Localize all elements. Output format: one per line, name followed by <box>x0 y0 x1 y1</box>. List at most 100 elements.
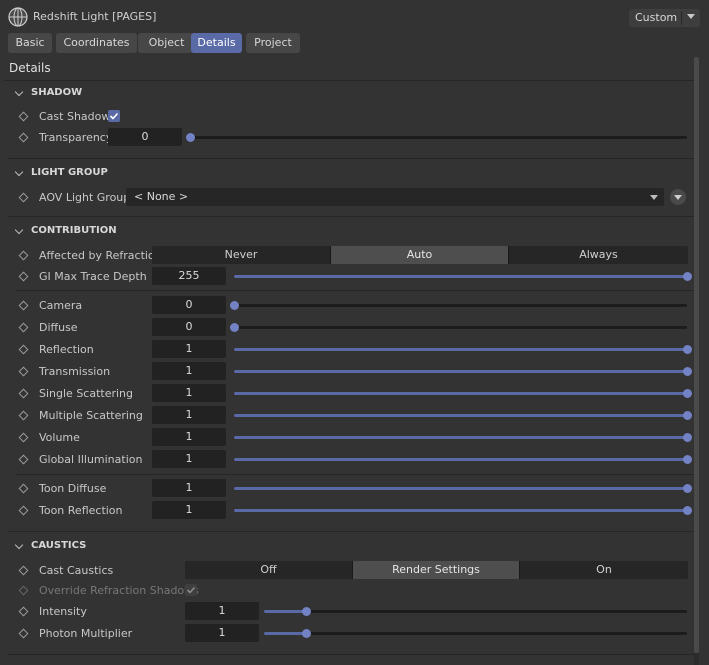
toon-reflection-field[interactable]: 1 <box>152 501 226 519</box>
toon-diffuse-slider[interactable] <box>234 484 692 493</box>
preset-dropdown[interactable]: Custom <box>629 9 700 27</box>
param-label: Diffuse <box>39 321 78 334</box>
cast-shadow-checkbox[interactable] <box>108 110 120 122</box>
slider-handle[interactable] <box>683 411 692 420</box>
reflection-field[interactable]: 1 <box>152 340 226 358</box>
chevron-down-icon[interactable] <box>14 87 24 97</box>
aov-light-group-dropdown[interactable]: < None > <box>126 188 664 206</box>
intensity-slider[interactable] <box>264 607 687 616</box>
keyframe-diamond-icon[interactable] <box>18 322 29 333</box>
chevron-down-icon[interactable] <box>14 540 24 550</box>
transparency-slider[interactable] <box>186 133 687 142</box>
keyframe-diamond-icon[interactable] <box>18 192 29 203</box>
keyframe-diamond-icon[interactable] <box>18 271 29 282</box>
keyframe-diamond-icon[interactable] <box>18 505 29 516</box>
global-illumination-slider[interactable] <box>234 455 692 464</box>
keyframe-diamond-icon[interactable] <box>18 483 29 494</box>
keyframe-diamond-icon[interactable] <box>18 454 29 465</box>
camera-field[interactable]: 0 <box>152 296 226 314</box>
multiple-scattering-slider[interactable] <box>234 411 692 420</box>
keyframe-diamond-icon[interactable] <box>18 388 29 399</box>
single-scattering-slider[interactable] <box>234 389 692 398</box>
option-render-settings[interactable]: Render Settings <box>353 561 520 579</box>
photon-multiplier-field[interactable]: 1 <box>185 624 259 642</box>
slider-handle[interactable] <box>302 607 312 616</box>
diffuse-field[interactable]: 0 <box>152 318 226 336</box>
keyframe-diamond-icon[interactable] <box>18 111 29 122</box>
title-bar: Redshift Light [PAGES] Custom <box>0 0 709 32</box>
row-toon-reflection: Toon Reflection 1 <box>0 501 694 521</box>
chevron-down-icon[interactable] <box>687 14 695 19</box>
light-group-menu-button[interactable] <box>670 189 686 205</box>
keyframe-diamond-icon[interactable] <box>18 606 29 617</box>
gi-max-trace-depth-slider[interactable] <box>234 272 692 281</box>
keyframe-diamond-icon[interactable] <box>18 366 29 377</box>
scrollbar-thumb[interactable] <box>694 57 699 653</box>
option-off[interactable]: Off <box>185 561 353 579</box>
tab-basic[interactable]: Basic <box>8 33 52 53</box>
preset-label: Custom <box>635 11 678 24</box>
transmission-field[interactable]: 1 <box>152 362 226 380</box>
chevron-down-icon[interactable] <box>14 225 24 235</box>
option-auto[interactable]: Auto <box>331 246 509 264</box>
row-photon-multiplier: Photon Multiplier 1 <box>0 624 694 644</box>
group-title: LIGHT GROUP <box>31 167 108 178</box>
tab-object[interactable]: Object <box>138 33 195 53</box>
param-label: Camera <box>39 299 83 312</box>
slider-handle[interactable] <box>683 367 692 376</box>
param-label: Transparency <box>39 131 113 144</box>
slider-handle[interactable] <box>302 629 312 638</box>
group-title: SHADOW <box>31 87 83 98</box>
keyframe-diamond-icon[interactable] <box>18 250 29 261</box>
row-intensity: Intensity 1 <box>0 602 694 622</box>
slider-fill <box>234 275 687 278</box>
tab-project[interactable]: Project <box>246 33 300 53</box>
slider-handle[interactable] <box>683 455 692 464</box>
volume-slider[interactable] <box>234 433 692 442</box>
slider-handle[interactable] <box>683 272 692 281</box>
tab-coordinates[interactable]: Coordinates <box>56 33 137 53</box>
photon-multiplier-slider[interactable] <box>264 629 687 638</box>
transmission-slider[interactable] <box>234 367 692 376</box>
diffuse-slider[interactable] <box>230 323 687 332</box>
global-illumination-field[interactable]: 1 <box>152 450 226 468</box>
tab-details[interactable]: Details <box>191 33 242 53</box>
reflection-slider[interactable] <box>234 345 692 354</box>
slider-handle[interactable] <box>230 301 239 310</box>
slider-handle[interactable] <box>683 433 692 442</box>
group-title: CAUSTICS <box>31 540 87 551</box>
keyframe-diamond-icon[interactable] <box>18 300 29 311</box>
slider-handle[interactable] <box>683 506 692 515</box>
toon-reflection-slider[interactable] <box>234 506 692 515</box>
keyframe-diamond-icon[interactable] <box>18 628 29 639</box>
slider-handle[interactable] <box>683 345 692 354</box>
option-never[interactable]: Never <box>152 246 331 264</box>
keyframe-diamond-icon[interactable] <box>18 432 29 443</box>
keyframe-diamond-icon[interactable] <box>18 410 29 421</box>
intensity-field[interactable]: 1 <box>185 602 259 620</box>
param-label: Cast Shadow <box>39 110 111 123</box>
row-cast-caustics: Cast Caustics Off Render Settings On <box>0 561 694 581</box>
gi-max-trace-depth-field[interactable]: 255 <box>152 267 226 285</box>
globe-icon[interactable] <box>8 7 28 27</box>
option-on[interactable]: On <box>520 561 688 579</box>
camera-slider[interactable] <box>230 301 687 310</box>
param-label: Transmission <box>39 365 111 378</box>
slider-handle[interactable] <box>230 323 239 332</box>
single-scattering-field[interactable]: 1 <box>152 384 226 402</box>
keyframe-diamond-icon[interactable] <box>18 132 29 143</box>
slider-handle[interactable] <box>186 133 195 142</box>
slider-handle[interactable] <box>683 389 692 398</box>
divider <box>4 80 694 81</box>
option-always[interactable]: Always <box>509 246 688 264</box>
slider-handle[interactable] <box>683 484 692 493</box>
toon-diffuse-field[interactable]: 1 <box>152 479 226 497</box>
volume-field[interactable]: 1 <box>152 428 226 446</box>
keyframe-diamond-icon[interactable] <box>18 565 29 576</box>
chevron-down-icon[interactable] <box>14 167 24 177</box>
multiple-scattering-field[interactable]: 1 <box>152 406 226 424</box>
keyframe-diamond-icon[interactable] <box>18 344 29 355</box>
param-label: Global Illumination <box>39 453 143 466</box>
transparency-field[interactable]: 0 <box>108 128 182 146</box>
window-title: Redshift Light [PAGES] <box>33 10 157 23</box>
